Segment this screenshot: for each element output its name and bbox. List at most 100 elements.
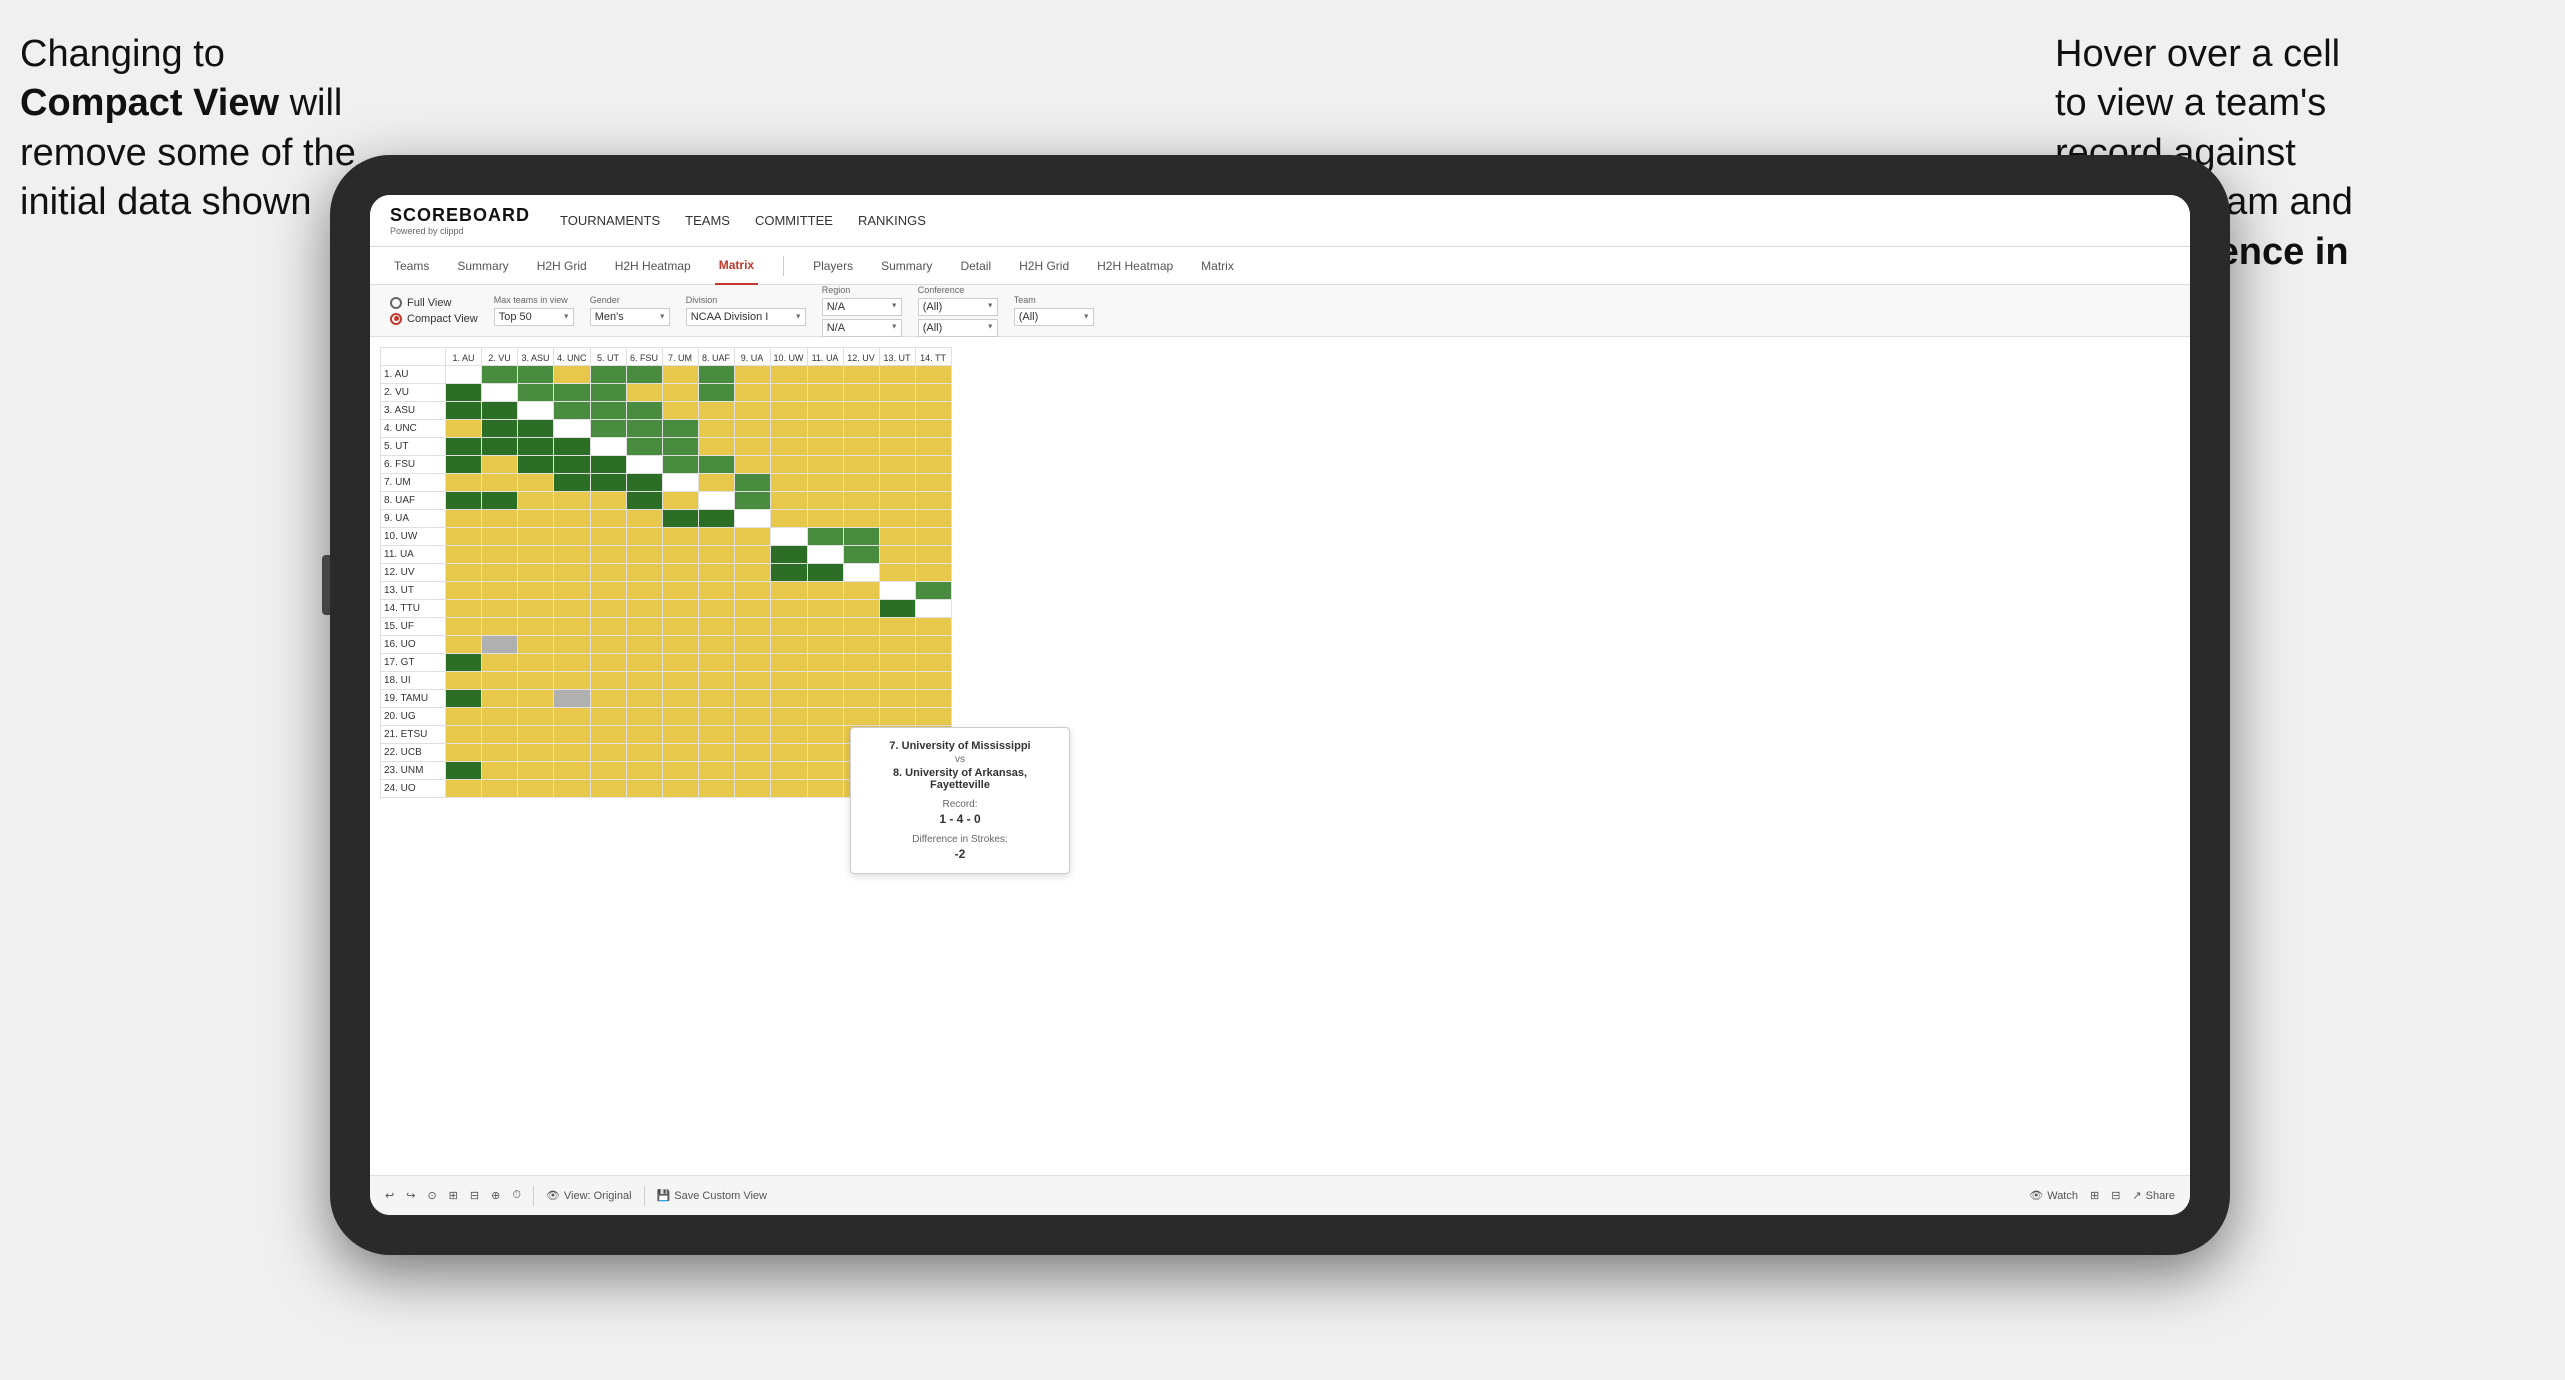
cell-1-8[interactable] bbox=[698, 366, 734, 384]
cell-11-6[interactable] bbox=[626, 546, 662, 564]
cell-4-10[interactable] bbox=[770, 420, 807, 438]
cell-4-8[interactable] bbox=[698, 420, 734, 438]
cell-18-11[interactable] bbox=[807, 672, 843, 690]
cell-4-7[interactable] bbox=[662, 420, 698, 438]
cell-11-4[interactable] bbox=[554, 546, 591, 564]
cell-12-8[interactable] bbox=[698, 564, 734, 582]
cell-5-11[interactable] bbox=[807, 438, 843, 456]
cell-8-13[interactable] bbox=[879, 492, 915, 510]
cell-1-3[interactable] bbox=[518, 366, 554, 384]
cell-22-7[interactable] bbox=[662, 744, 698, 762]
cell-13-2[interactable] bbox=[482, 582, 518, 600]
cell-4-14[interactable] bbox=[915, 420, 951, 438]
cell-21-1[interactable] bbox=[446, 726, 482, 744]
cell-16-3[interactable] bbox=[518, 636, 554, 654]
cell-10-13[interactable] bbox=[879, 528, 915, 546]
cell-9-3[interactable] bbox=[518, 510, 554, 528]
cell-12-9[interactable] bbox=[734, 564, 770, 582]
subnav-h2h-grid2[interactable]: H2H Grid bbox=[1015, 247, 1073, 285]
cell-7-7[interactable] bbox=[662, 474, 698, 492]
cell-4-2[interactable] bbox=[482, 420, 518, 438]
cell-6-9[interactable] bbox=[734, 456, 770, 474]
cell-18-4[interactable] bbox=[554, 672, 591, 690]
cell-1-12[interactable] bbox=[843, 366, 879, 384]
cell-14-1[interactable] bbox=[446, 600, 482, 618]
cell-2-6[interactable] bbox=[626, 384, 662, 402]
subnav-matrix2[interactable]: Matrix bbox=[1197, 247, 1238, 285]
cell-4-4[interactable] bbox=[554, 420, 591, 438]
cell-1-13[interactable] bbox=[879, 366, 915, 384]
cell-21-8[interactable] bbox=[698, 726, 734, 744]
cell-1-1[interactable] bbox=[446, 366, 482, 384]
cell-2-12[interactable] bbox=[843, 384, 879, 402]
cell-16-6[interactable] bbox=[626, 636, 662, 654]
cell-18-7[interactable] bbox=[662, 672, 698, 690]
subnav-summary2[interactable]: Summary bbox=[877, 247, 936, 285]
cell-5-1[interactable] bbox=[446, 438, 482, 456]
division-select[interactable]: NCAA Division I NCAA Division II NCAA Di… bbox=[686, 308, 806, 326]
cell-6-11[interactable] bbox=[807, 456, 843, 474]
cell-17-8[interactable] bbox=[698, 654, 734, 672]
cell-9-13[interactable] bbox=[879, 510, 915, 528]
cell-17-3[interactable] bbox=[518, 654, 554, 672]
cell-13-10[interactable] bbox=[770, 582, 807, 600]
cell-15-8[interactable] bbox=[698, 618, 734, 636]
view-original-button[interactable]: 👁 View: Original bbox=[546, 1189, 632, 1202]
cell-20-5[interactable] bbox=[590, 708, 626, 726]
cell-24-10[interactable] bbox=[770, 780, 807, 798]
cell-5-6[interactable] bbox=[626, 438, 662, 456]
subnav-h2h-heatmap1[interactable]: H2H Heatmap bbox=[611, 247, 695, 285]
cell-13-6[interactable] bbox=[626, 582, 662, 600]
cell-22-6[interactable] bbox=[626, 744, 662, 762]
cell-5-2[interactable] bbox=[482, 438, 518, 456]
cell-4-3[interactable] bbox=[518, 420, 554, 438]
cell-10-9[interactable] bbox=[734, 528, 770, 546]
cell-23-7[interactable] bbox=[662, 762, 698, 780]
cell-12-4[interactable] bbox=[554, 564, 591, 582]
cell-23-11[interactable] bbox=[807, 762, 843, 780]
cell-14-13[interactable] bbox=[879, 600, 915, 618]
cell-24-2[interactable] bbox=[482, 780, 518, 798]
cell-23-2[interactable] bbox=[482, 762, 518, 780]
cell-17-9[interactable] bbox=[734, 654, 770, 672]
cell-20-13[interactable] bbox=[879, 708, 915, 726]
cell-1-10[interactable] bbox=[770, 366, 807, 384]
cell-15-13[interactable] bbox=[879, 618, 915, 636]
cell-24-7[interactable] bbox=[662, 780, 698, 798]
nav-rankings[interactable]: RANKINGS bbox=[858, 213, 926, 228]
cell-17-5[interactable] bbox=[590, 654, 626, 672]
cell-10-10[interactable] bbox=[770, 528, 807, 546]
cell-3-8[interactable] bbox=[698, 402, 734, 420]
cell-11-11[interactable] bbox=[807, 546, 843, 564]
cell-9-14[interactable] bbox=[915, 510, 951, 528]
cell-8-3[interactable] bbox=[518, 492, 554, 510]
cell-17-7[interactable] bbox=[662, 654, 698, 672]
cell-8-11[interactable] bbox=[807, 492, 843, 510]
cell-14-7[interactable] bbox=[662, 600, 698, 618]
cell-8-5[interactable] bbox=[590, 492, 626, 510]
cell-18-14[interactable] bbox=[915, 672, 951, 690]
cell-10-7[interactable] bbox=[662, 528, 698, 546]
cell-14-10[interactable] bbox=[770, 600, 807, 618]
cell-4-12[interactable] bbox=[843, 420, 879, 438]
cell-3-13[interactable] bbox=[879, 402, 915, 420]
cell-18-2[interactable] bbox=[482, 672, 518, 690]
cell-3-10[interactable] bbox=[770, 402, 807, 420]
toolbar-btn7[interactable]: ⏱ bbox=[512, 1189, 521, 1202]
cell-21-11[interactable] bbox=[807, 726, 843, 744]
cell-13-13[interactable] bbox=[879, 582, 915, 600]
cell-5-3[interactable] bbox=[518, 438, 554, 456]
cell-6-12[interactable] bbox=[843, 456, 879, 474]
cell-14-4[interactable] bbox=[554, 600, 591, 618]
cell-22-5[interactable] bbox=[590, 744, 626, 762]
nav-teams[interactable]: TEAMS bbox=[685, 213, 730, 228]
cell-20-1[interactable] bbox=[446, 708, 482, 726]
cell-16-8[interactable] bbox=[698, 636, 734, 654]
cell-22-4[interactable] bbox=[554, 744, 591, 762]
cell-3-5[interactable] bbox=[590, 402, 626, 420]
cell-11-13[interactable] bbox=[879, 546, 915, 564]
toolbar-btn6[interactable]: ⊕ bbox=[491, 1189, 500, 1202]
cell-16-7[interactable] bbox=[662, 636, 698, 654]
cell-17-1[interactable] bbox=[446, 654, 482, 672]
cell-6-3[interactable] bbox=[518, 456, 554, 474]
